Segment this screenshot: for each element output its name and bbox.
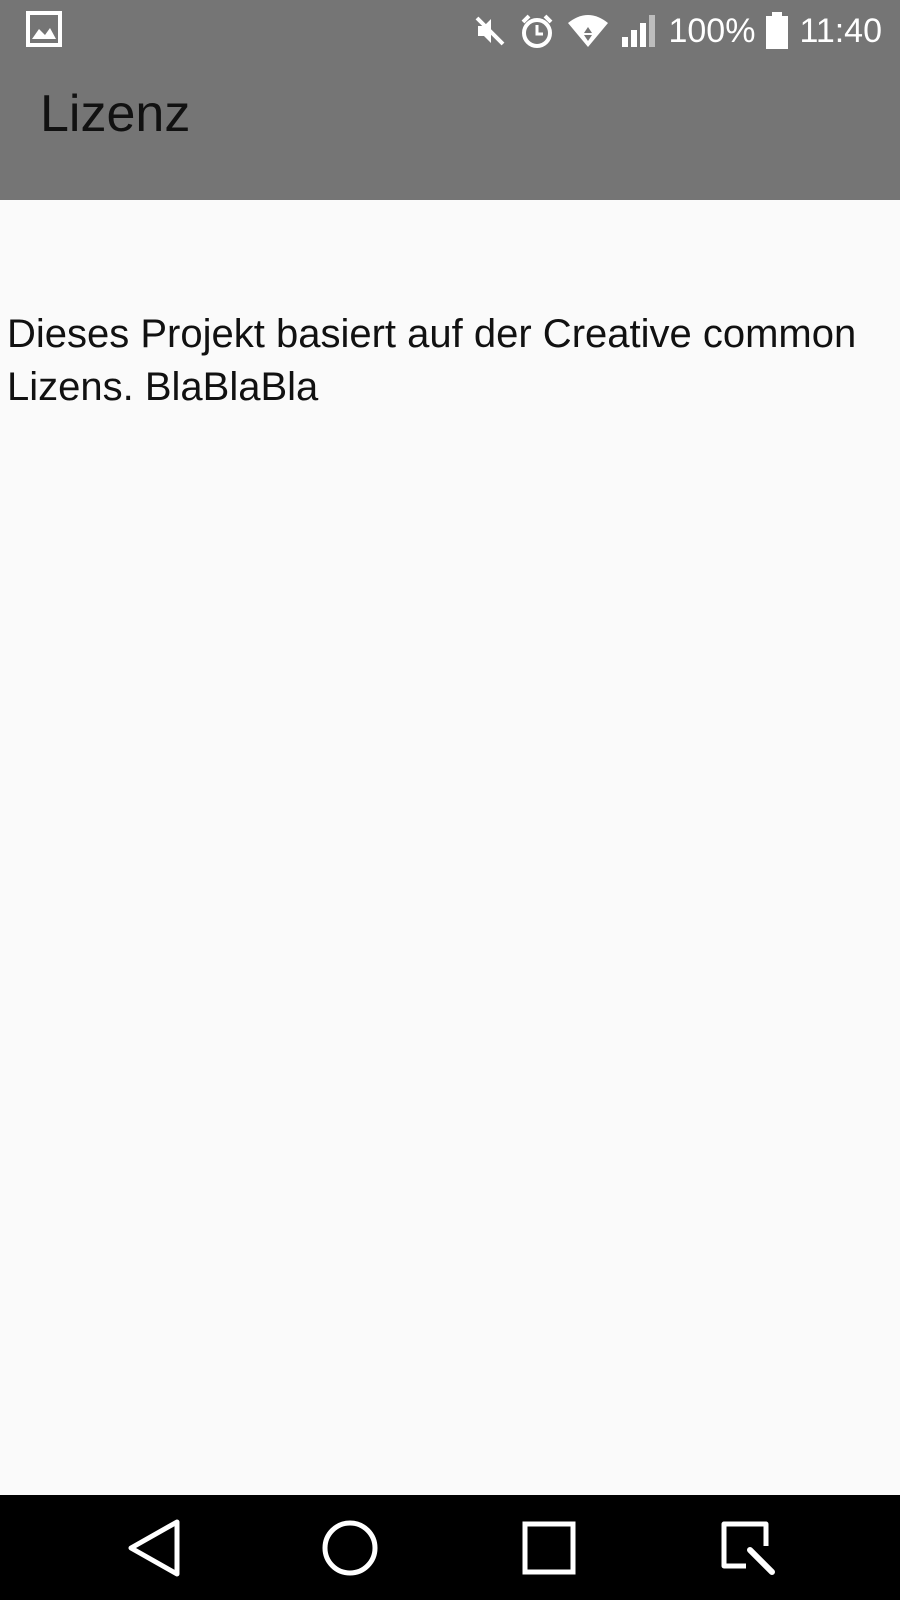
back-icon bbox=[128, 1519, 180, 1577]
back-button[interactable] bbox=[116, 1511, 190, 1585]
page-title: Lizenz bbox=[40, 85, 191, 143]
home-icon bbox=[322, 1520, 378, 1576]
wifi-icon bbox=[568, 15, 609, 47]
status-bar: 100% 11:40 bbox=[0, 0, 900, 62]
home-button[interactable] bbox=[313, 1511, 387, 1585]
recents-button[interactable] bbox=[512, 1511, 586, 1585]
mute-icon bbox=[476, 16, 505, 46]
recents-icon bbox=[522, 1521, 576, 1575]
app-bar: Lizenz bbox=[0, 62, 900, 200]
navigation-bar bbox=[0, 1495, 900, 1600]
content-area: Dieses Projekt basiert auf der Creative … bbox=[0, 200, 900, 1495]
capture-icon bbox=[721, 1521, 775, 1575]
status-icons: 100% 11:40 bbox=[472, 0, 882, 62]
alarm-icon bbox=[522, 14, 553, 48]
battery-percent: 100% bbox=[668, 11, 756, 50]
capture-button[interactable] bbox=[711, 1511, 785, 1585]
license-text: Dieses Projekt basiert auf der Creative … bbox=[7, 312, 857, 409]
battery-icon bbox=[766, 12, 789, 49]
clock: 11:40 bbox=[799, 11, 882, 50]
signal-icon bbox=[622, 15, 656, 47]
screen: 100% 11:40 Lizenz Dieses Projekt basiert… bbox=[0, 0, 900, 1600]
image-notification-icon bbox=[26, 11, 62, 47]
